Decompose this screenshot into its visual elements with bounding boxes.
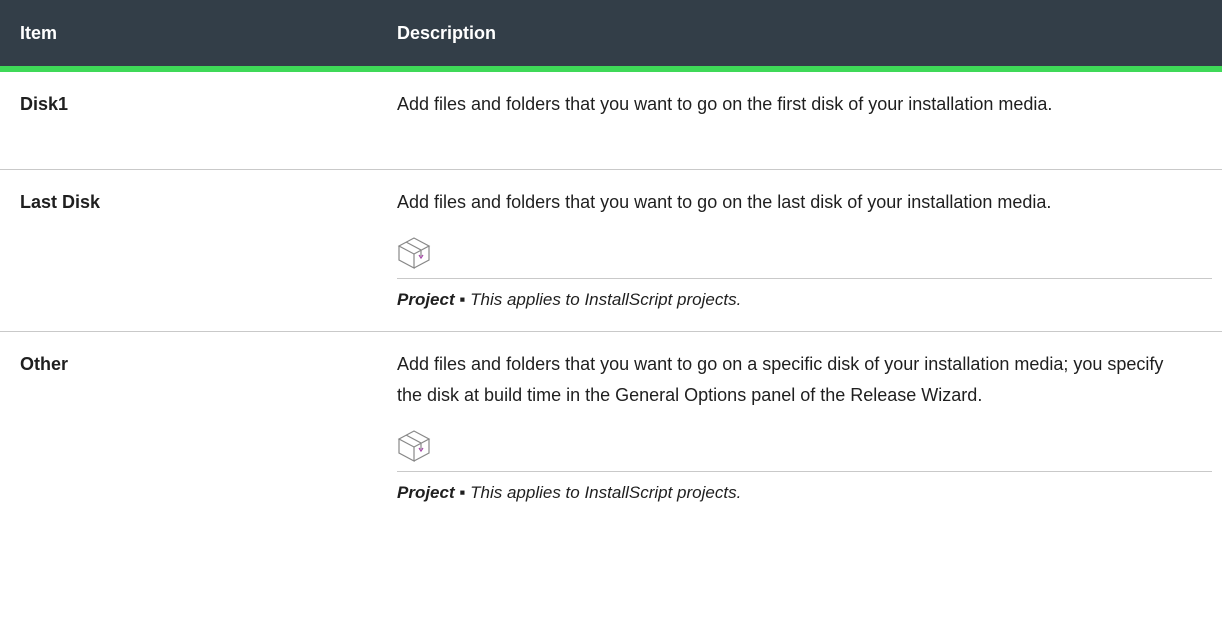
item-description: Add files and folders that you want to g… (397, 353, 1164, 405)
header-description: Description (387, 0, 1222, 72)
item-description-cell: Add files and folders that you want to g… (387, 169, 1222, 332)
table-row: Disk1 Add files and folders that you wan… (0, 69, 1222, 170)
item-name: Last Disk (0, 169, 387, 332)
table-row: Last Disk Add files and folders that you… (0, 169, 1222, 332)
header-row: Item Description (0, 0, 1222, 72)
note-body: This applies to InstallScript projects. (470, 289, 742, 309)
project-box-icon (397, 236, 431, 269)
project-box-icon (397, 429, 431, 462)
note-text: Project ▪ This applies to InstallScript … (397, 478, 1212, 508)
note-text: Project ▪ This applies to InstallScript … (397, 285, 1212, 315)
project-note: Project ▪ This applies to InstallScript … (397, 232, 1212, 315)
header-item: Item (0, 0, 387, 72)
note-icon-rule (397, 425, 1212, 472)
note-label: Project (397, 482, 455, 502)
note-label: Project (397, 289, 455, 309)
item-description: Add files and folders that you want to g… (397, 191, 1052, 212)
project-note: Project ▪ This applies to InstallScript … (397, 425, 1212, 508)
note-icon-rule (397, 232, 1212, 279)
item-description: Add files and folders that you want to g… (397, 94, 1053, 114)
item-name: Disk1 (0, 69, 387, 170)
table-header: Item Description (0, 0, 1222, 72)
table-row: Other Add files and folders that you wan… (0, 331, 1222, 564)
item-description-cell: Add files and folders that you want to g… (387, 69, 1222, 170)
note-separator: ▪ (454, 289, 471, 309)
item-description-cell: Add files and folders that you want to g… (387, 331, 1222, 564)
item-name: Other (20, 353, 69, 374)
note-body: This applies to InstallScript projects. (470, 482, 742, 502)
disk-items-table: Item Description Disk1 Add files and fol… (0, 0, 1222, 564)
note-separator: ▪ (454, 482, 471, 502)
